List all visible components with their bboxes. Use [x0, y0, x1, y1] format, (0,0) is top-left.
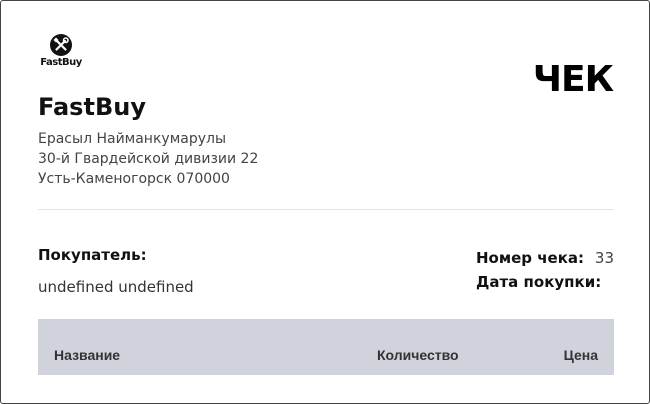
receipt-meta: Номер чека: 33 Дата покупки: [476, 246, 614, 294]
tools-icon [50, 34, 72, 56]
column-header-price: Цена [563, 347, 598, 363]
company-logo: FastBuy [40, 33, 82, 69]
company-name: FastBuy [38, 93, 146, 121]
seller-city: Усть-Каменогорск 070000 [38, 171, 230, 187]
column-header-quantity: Количество [377, 347, 459, 363]
items-table-header: Название Количество Цена [38, 319, 614, 375]
receipt-number-row: Номер чека: 33 [476, 246, 614, 270]
column-header-name: Название [54, 347, 121, 363]
receipt-number-value: 33 [594, 249, 614, 267]
document-title: ЧЕК [532, 59, 614, 100]
purchase-date-row: Дата покупки: [476, 270, 614, 294]
divider [38, 209, 614, 210]
receipt-number-label: Номер чека: [476, 249, 585, 267]
purchase-date-label: Дата покупки: [476, 273, 602, 291]
seller-street: 30-й Гвардейской дивизии 22 [38, 151, 259, 167]
logo-text: FastBuy [40, 57, 82, 68]
receipt-document: FastBuy ЧЕК FastBuy Ерасыл Найманкумарул… [0, 0, 650, 404]
seller-address: Ерасыл Найманкумарулы 30-й Гвардейской д… [38, 129, 258, 189]
seller-owner: Ерасыл Найманкумарулы [38, 131, 227, 147]
buyer-name: undefined undefined [38, 278, 194, 296]
buyer-label: Покупатель: [38, 246, 147, 264]
